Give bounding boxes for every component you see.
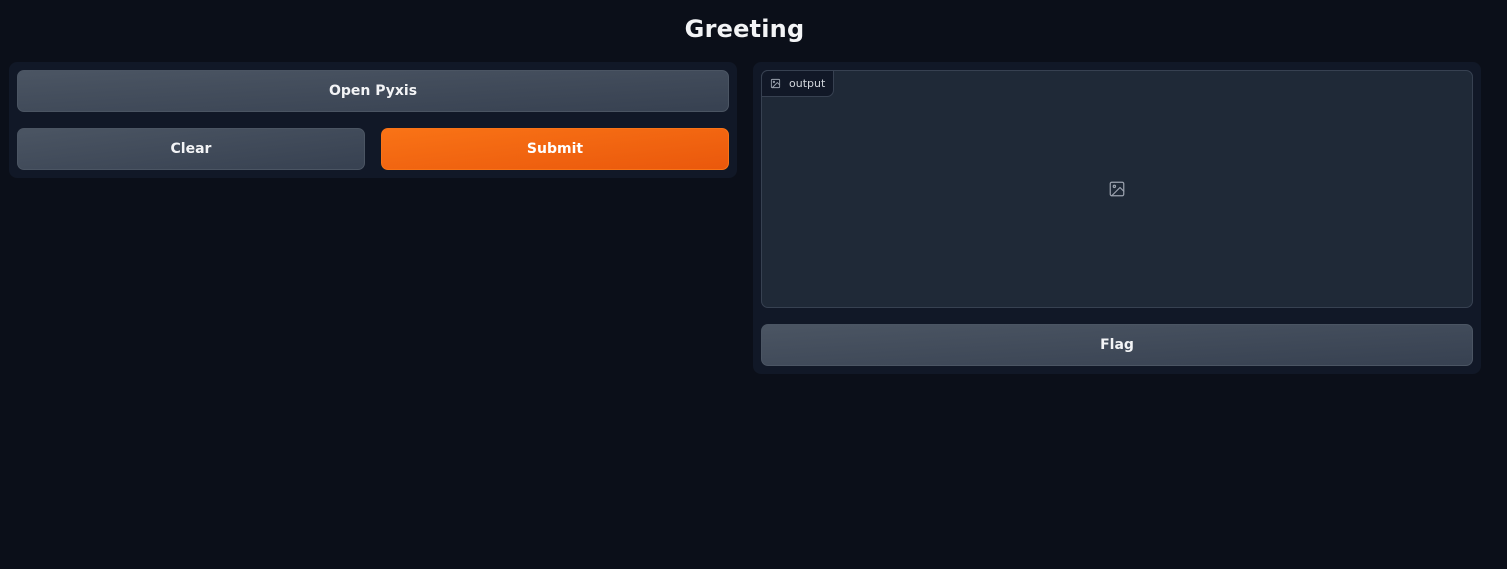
image-icon [770,78,781,89]
image-placeholder-icon [1108,180,1126,198]
clear-button[interactable]: Clear [17,128,365,170]
open-pyxis-button[interactable]: Open Pyxis [17,70,729,112]
outputs-panel: output Flag [753,62,1481,374]
output-label-tag: output [761,70,835,97]
inputs-panel: Open Pyxis Clear Submit [9,62,737,178]
submit-button[interactable]: Submit [381,128,729,170]
output-label-text: output [789,77,826,90]
output-image-box: output [761,70,1473,308]
flag-button[interactable]: Flag [761,324,1473,366]
page-title: Greeting [684,15,805,43]
